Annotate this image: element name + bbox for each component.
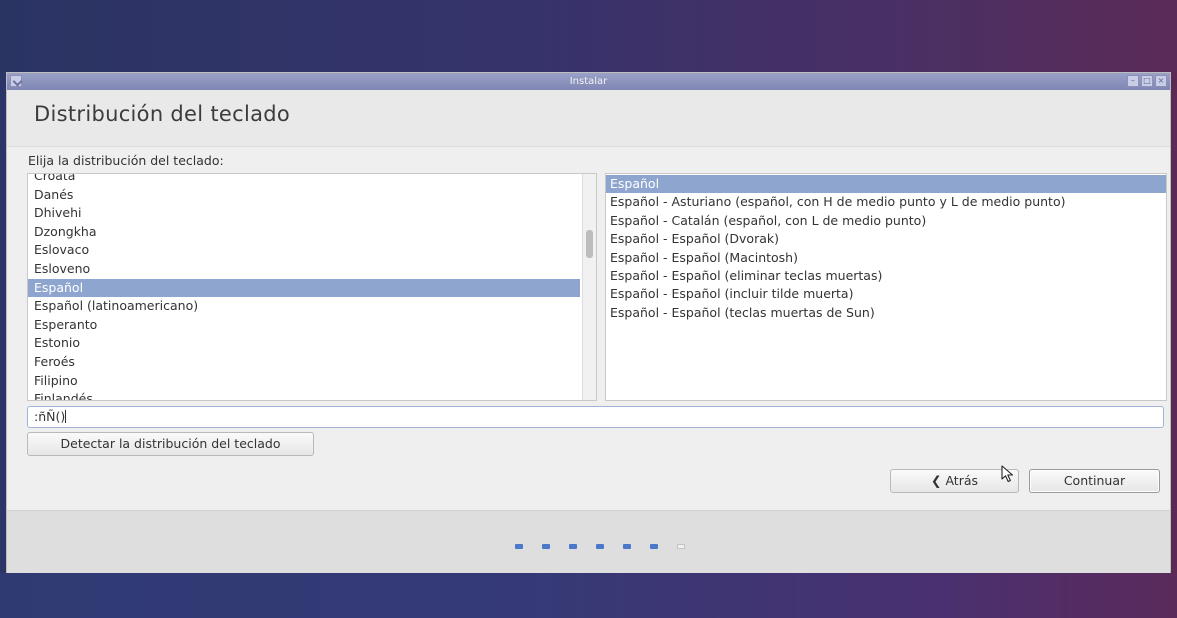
- variant-list-item[interactable]: Español - Español (incluir tilde muerta): [606, 285, 1166, 303]
- layout-list-item[interactable]: Croata: [28, 174, 580, 186]
- keyboard-variant-list[interactable]: Español Español - Asturiano (español, con…: [605, 173, 1167, 401]
- installer-window: Instalar – □ × Distribución del teclado …: [6, 72, 1171, 575]
- progress-dot-completed: [596, 544, 604, 549]
- variant-list-item[interactable]: Español - Catalán (español, con L de med…: [606, 212, 1166, 230]
- progress-dot-pending: [677, 544, 685, 549]
- layout-list-item[interactable]: Eslovaco: [28, 241, 580, 260]
- progress-dot-completed: [650, 544, 658, 549]
- keyboard-test-input[interactable]: :ñÑ(): [27, 406, 1164, 428]
- progress-dots: [515, 544, 685, 549]
- page-header: Distribución del teclado: [7, 90, 1170, 147]
- back-button[interactable]: ❮ Atrás: [890, 469, 1019, 493]
- progress-dot-completed: [542, 544, 550, 549]
- progress-dot-completed: [569, 544, 577, 549]
- layout-list-item[interactable]: Finlandés: [28, 390, 580, 400]
- variant-list-item[interactable]: Español - Asturiano (español, con H de m…: [606, 193, 1166, 211]
- layout-list-item[interactable]: Estonio: [28, 334, 580, 353]
- keyboard-layout-list[interactable]: Croata Danés Dhivehi Dzongkha Eslovaco Eslove…: [27, 173, 597, 401]
- progress-dot-completed: [623, 544, 631, 549]
- mouse-pointer-icon: [1001, 465, 1014, 483]
- window-controls: – □ ×: [1127, 75, 1167, 87]
- layout-list-item[interactable]: Español: [28, 278, 580, 298]
- scrollbar-thumb[interactable]: [586, 230, 593, 258]
- detect-layout-button[interactable]: Detectar la distribución del teclado: [27, 432, 314, 456]
- desktop-background-top: [0, 0, 1177, 72]
- maximize-icon[interactable]: □: [1141, 75, 1153, 87]
- page-title: Distribución del teclado: [34, 102, 291, 126]
- layout-list-item[interactable]: Dzongkha: [28, 223, 580, 242]
- window-titlebar[interactable]: Instalar – □ ×: [7, 73, 1170, 90]
- layout-list-item[interactable]: Feroés: [28, 353, 580, 372]
- variant-list-item[interactable]: Español - Español (eliminar teclas muert…: [606, 267, 1166, 285]
- variant-list-item[interactable]: Español - Español (Macintosh): [606, 249, 1166, 267]
- continue-button[interactable]: Continuar: [1029, 469, 1160, 493]
- keyboard-variant-items: Español Español - Asturiano (español, con…: [606, 174, 1166, 322]
- progress-dot-completed: [515, 544, 523, 549]
- layout-list-item[interactable]: Esloveno: [28, 260, 580, 279]
- window-title: Instalar: [569, 76, 608, 87]
- layout-prompt-label: Elija la distribución del teclado:: [28, 153, 224, 168]
- layout-list-item[interactable]: Dhivehi: [28, 204, 580, 223]
- close-icon[interactable]: ×: [1155, 75, 1167, 87]
- test-input-value: :ñÑ(): [34, 409, 66, 424]
- variant-list-item[interactable]: Español - Español (teclas muertas de Sun…: [606, 304, 1166, 322]
- keyboard-layout-items: Croata Danés Dhivehi Dzongkha Eslovaco Eslove…: [28, 174, 580, 400]
- layout-list-item[interactable]: Español (latinoamericano): [28, 297, 580, 316]
- back-button-label: Atrás: [945, 473, 979, 488]
- layout-list-item[interactable]: Filipino: [28, 372, 580, 391]
- window-menu-icon[interactable]: [10, 75, 22, 87]
- layout-list-item[interactable]: Danés: [28, 186, 580, 205]
- desktop-background-bottom: [0, 573, 1177, 618]
- text-caret: [65, 410, 67, 423]
- layout-list-item[interactable]: Esperanto: [28, 316, 580, 335]
- layout-list-scrollbar[interactable]: [582, 174, 596, 400]
- minimize-icon[interactable]: –: [1127, 75, 1139, 87]
- installer-footer: [7, 510, 1170, 575]
- variant-list-item[interactable]: Español - Español (Dvorak): [606, 230, 1166, 248]
- variant-list-item[interactable]: Español: [606, 175, 1166, 194]
- chevron-left-icon: ❮: [930, 473, 942, 488]
